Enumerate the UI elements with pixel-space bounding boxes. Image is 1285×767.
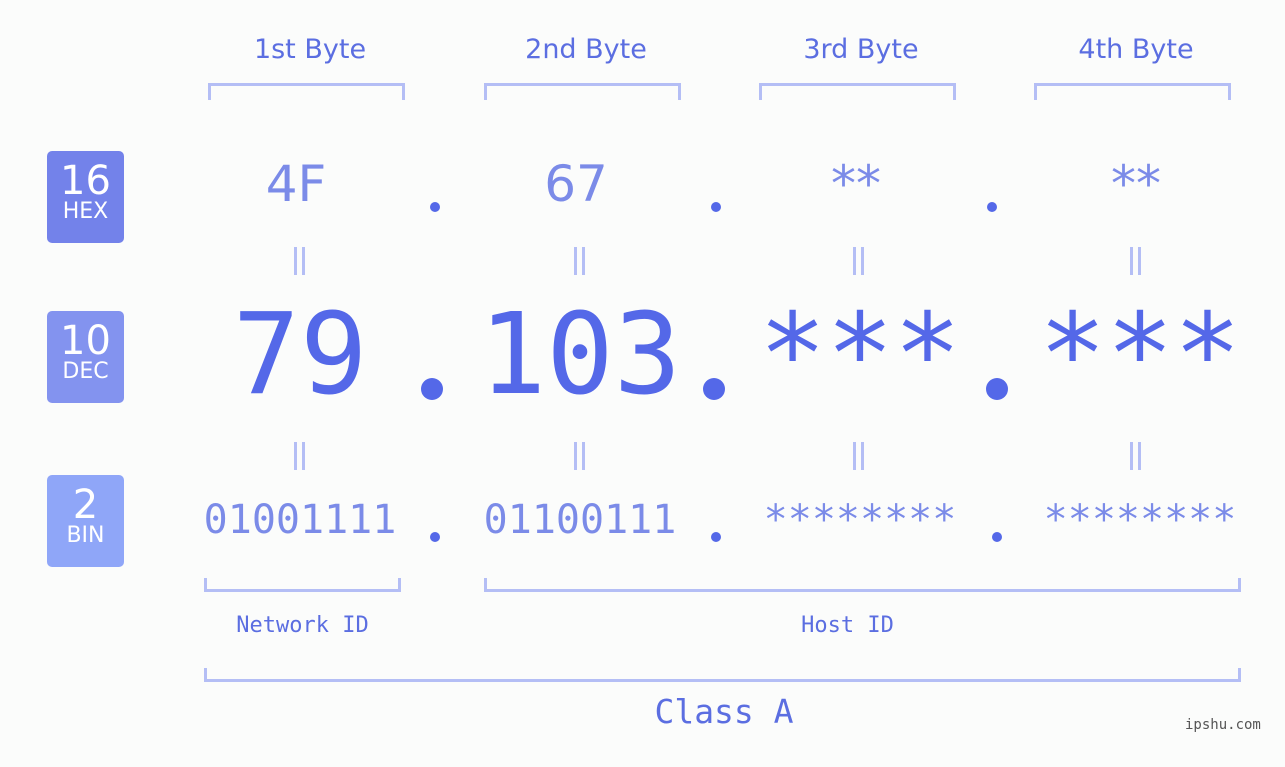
equals-icon bbox=[1130, 247, 1142, 275]
host-id-bracket bbox=[484, 578, 1241, 592]
hex-value-4: ** bbox=[1111, 155, 1161, 213]
dec-dot-1 bbox=[421, 378, 443, 400]
bin-value-3: ******** bbox=[763, 497, 957, 543]
host-id-label: Host ID bbox=[801, 613, 894, 638]
equals-icon bbox=[294, 442, 306, 470]
dec-value-4: *** bbox=[1038, 290, 1242, 420]
dec-value-1: 79 bbox=[232, 290, 368, 420]
dec-badge-number: 10 bbox=[60, 318, 111, 364]
bin-badge-label: BIN bbox=[66, 523, 105, 548]
bin-badge: 2 BIN bbox=[47, 475, 124, 567]
bin-value-1: 01001111 bbox=[203, 497, 397, 543]
equals-icon bbox=[853, 442, 865, 470]
hex-dot-3 bbox=[987, 202, 997, 212]
bin-value-4: ******** bbox=[1043, 497, 1237, 543]
hex-badge-label: HEX bbox=[62, 199, 109, 224]
bin-dot-3 bbox=[992, 532, 1002, 542]
bin-badge-number: 2 bbox=[72, 482, 99, 528]
hex-value-1: 4F bbox=[265, 155, 327, 213]
byte-header-1: 1st Byte bbox=[253, 34, 367, 65]
bin-dot-1 bbox=[430, 532, 440, 542]
hex-badge: 16 HEX bbox=[47, 151, 124, 243]
dec-dot-3 bbox=[986, 378, 1008, 400]
dec-badge: 10 DEC bbox=[47, 311, 124, 403]
equals-icon bbox=[574, 442, 586, 470]
watermark: ipshu.com bbox=[1185, 717, 1261, 733]
byte-header-2: 2nd Byte bbox=[525, 34, 647, 65]
byte-bracket-4 bbox=[1034, 83, 1231, 100]
network-id-bracket bbox=[204, 578, 401, 592]
hex-value-2: 67 bbox=[544, 155, 608, 213]
dec-value-3: *** bbox=[758, 290, 962, 420]
byte-header-3: 3rd Byte bbox=[803, 34, 919, 65]
byte-bracket-3 bbox=[759, 83, 956, 100]
equals-icon bbox=[574, 247, 586, 275]
hex-badge-number: 16 bbox=[60, 158, 111, 204]
byte-header-4: 4th Byte bbox=[1078, 34, 1194, 65]
hex-dot-1 bbox=[430, 202, 440, 212]
hex-dot-2 bbox=[711, 202, 721, 212]
byte-bracket-1 bbox=[208, 83, 405, 100]
hex-value-3: ** bbox=[831, 155, 881, 213]
bin-value-2: 01100111 bbox=[483, 497, 677, 543]
class-label: Class A bbox=[654, 692, 794, 731]
equals-icon bbox=[294, 247, 306, 275]
equals-icon bbox=[1130, 442, 1142, 470]
bin-dot-2 bbox=[711, 532, 721, 542]
network-id-label: Network ID bbox=[236, 613, 369, 638]
dec-dot-2 bbox=[703, 378, 725, 400]
equals-icon bbox=[853, 247, 865, 275]
dec-badge-label: DEC bbox=[62, 359, 109, 384]
class-bracket bbox=[204, 668, 1241, 682]
dec-value-2: 103 bbox=[478, 290, 682, 420]
byte-bracket-2 bbox=[484, 83, 681, 100]
